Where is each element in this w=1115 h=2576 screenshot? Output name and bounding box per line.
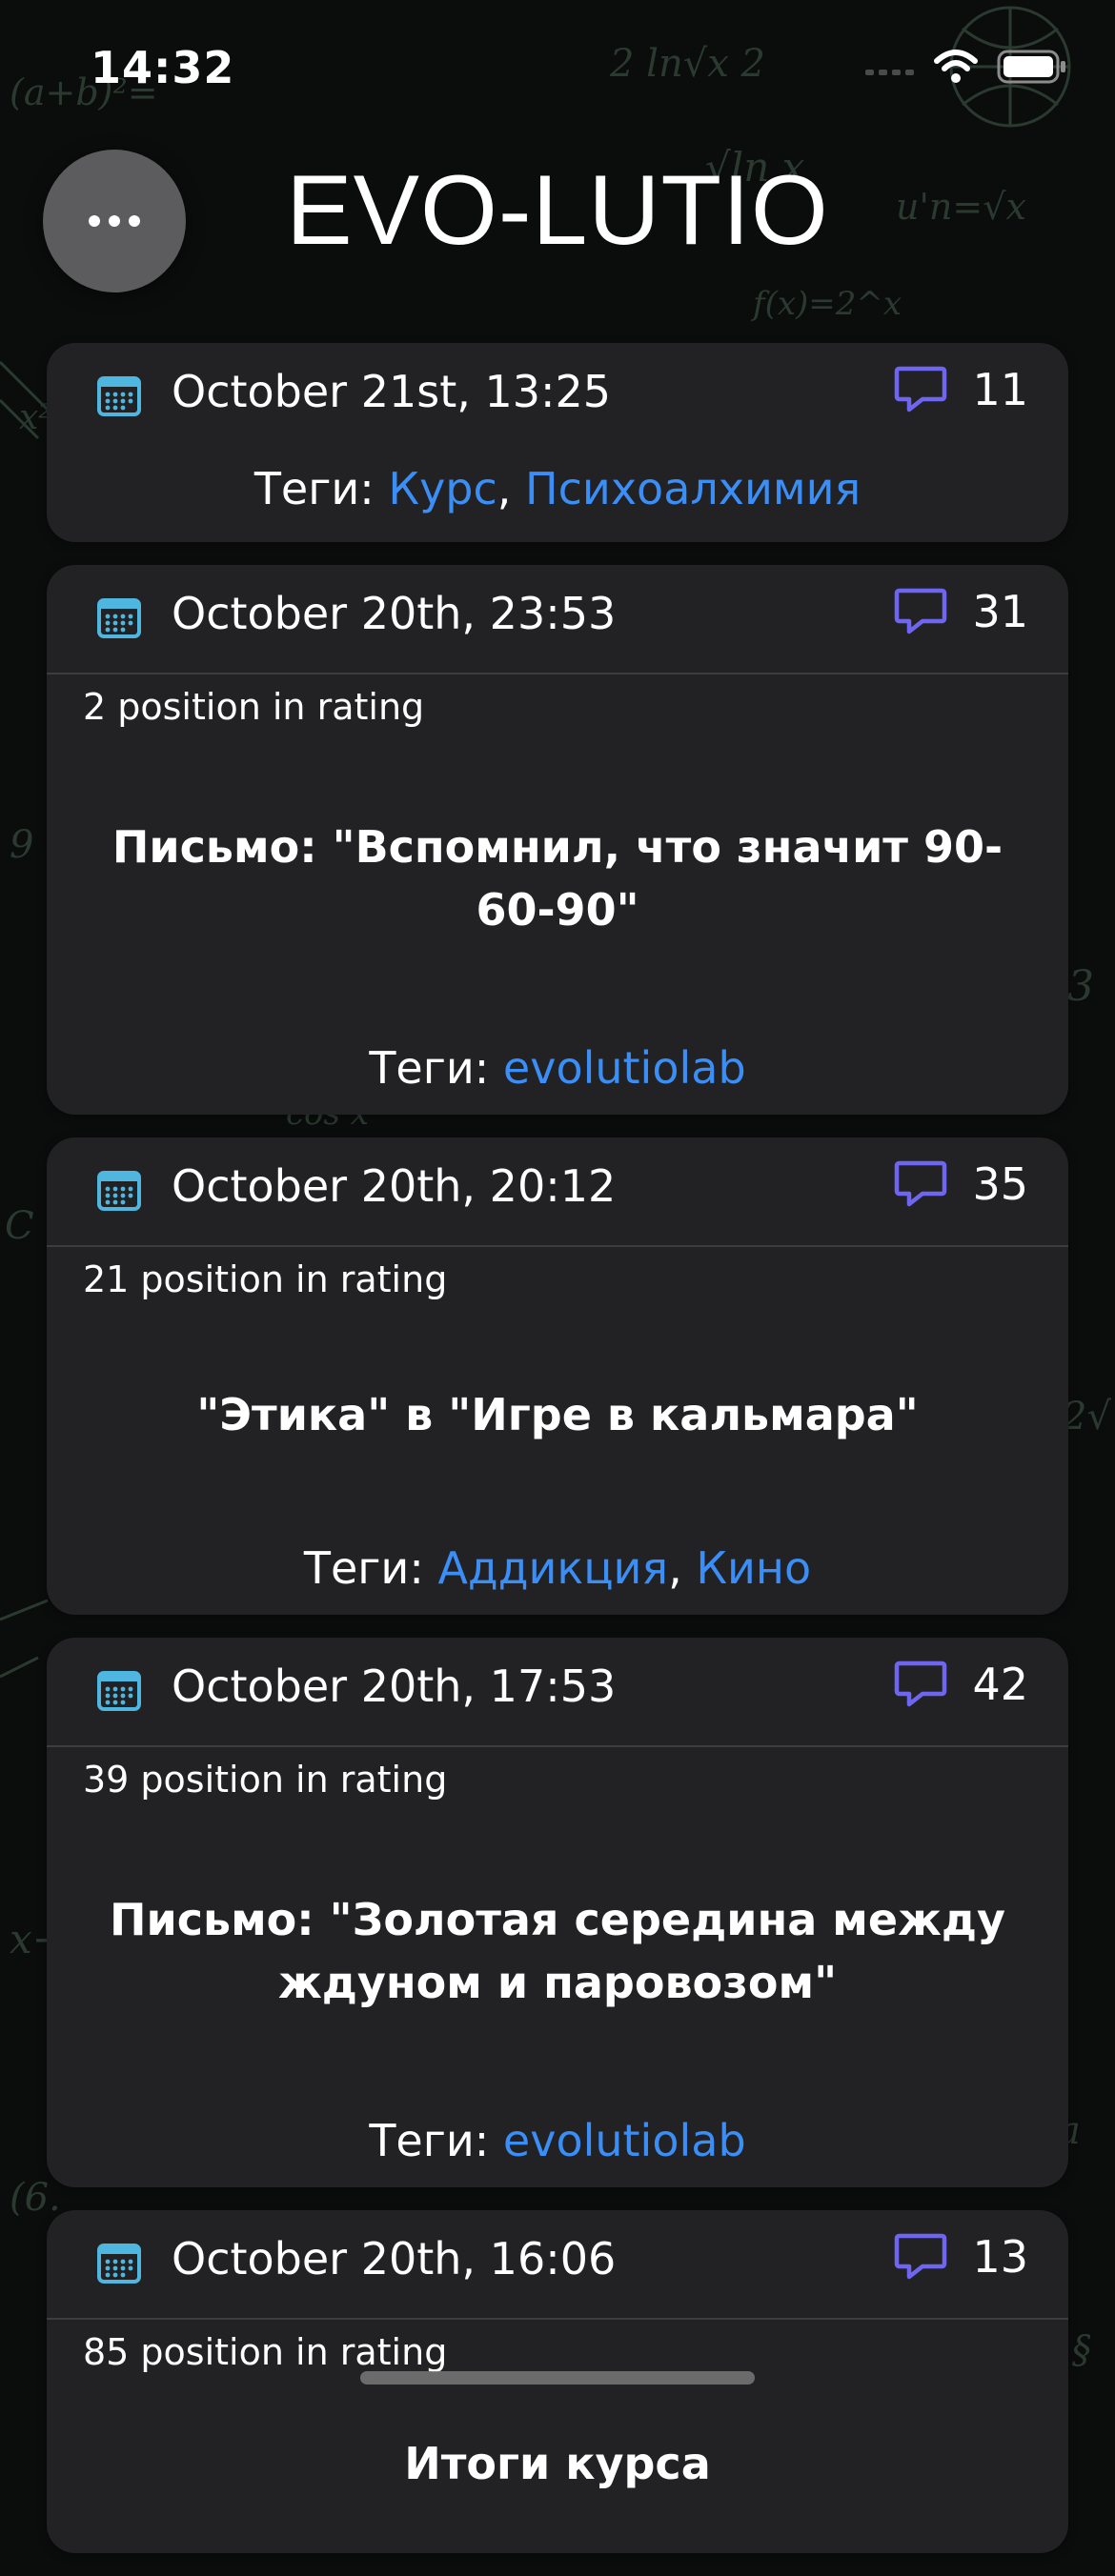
- post-title[interactable]: Письмо: "Вспомнил, что значит 90-60-90": [47, 735, 1068, 1021]
- tags-prefix: Теги:: [369, 1042, 503, 1094]
- tag-link[interactable]: evolutiolab: [503, 2115, 746, 2166]
- post-date: October 21st, 13:25: [172, 366, 612, 417]
- post-card[interactable]: October 21st, 13:25 11 Теги: Курс, Психо…: [47, 343, 1068, 542]
- comments-count-label: 31: [972, 586, 1028, 637]
- comments-count[interactable]: 35: [894, 1158, 1028, 1210]
- speech-bubble-icon: [895, 588, 947, 634]
- tag-link[interactable]: evolutiolab: [503, 1042, 746, 1094]
- tag-link[interactable]: Аддикция: [437, 1542, 668, 1594]
- tag-link[interactable]: Кино: [696, 1542, 811, 1594]
- svg-text:3: 3: [1067, 962, 1094, 1011]
- post-tags: Теги: Аддикция, Кино: [47, 1521, 1068, 1615]
- comments-count-label: 11: [972, 364, 1028, 415]
- post-date: October 20th, 23:53: [172, 588, 617, 639]
- cellular-signal-icon: [865, 70, 914, 75]
- calendar-icon: [97, 1171, 141, 1211]
- rating-position: 2 position in rating: [83, 686, 425, 728]
- calendar-icon: [97, 598, 141, 638]
- status-time: 14:32: [91, 42, 235, 93]
- svg-text:C: C: [5, 1204, 34, 1248]
- post-header: October 21st, 13:25 11: [47, 343, 1068, 451]
- comments-count-label: 35: [972, 1158, 1028, 1210]
- svg-text:f(x)=2^x: f(x)=2^x: [750, 285, 902, 323]
- speech-bubble-icon: [895, 366, 947, 413]
- tag-link[interactable]: Курс: [388, 463, 497, 514]
- post-date: October 20th, 17:53: [172, 1660, 617, 1712]
- speech-bubble-icon: [895, 1160, 947, 1207]
- post-tags: Теги: Курс, Психоалхимия: [47, 451, 1068, 542]
- tags-prefix: Теги:: [369, 2115, 503, 2166]
- tag-separator: ,: [497, 463, 526, 514]
- tag-link[interactable]: Психоалхимия: [525, 463, 861, 514]
- post-date: October 20th, 20:12: [172, 1160, 617, 1212]
- post-header: October 20th, 16:06 13: [47, 2210, 1068, 2320]
- comments-count[interactable]: 13: [894, 2231, 1028, 2283]
- svg-text:§: §: [1072, 2328, 1091, 2372]
- status-bar: 14:32: [0, 0, 1115, 143]
- post-tags: Теги: evolutiolab: [47, 1021, 1068, 1115]
- comments-count[interactable]: 31: [894, 586, 1028, 637]
- post-title[interactable]: "Этика" в "Игре в кальмара": [47, 1308, 1068, 1521]
- rating-position: 39 position in rating: [83, 1759, 448, 1801]
- comments-count[interactable]: 42: [894, 1659, 1028, 1710]
- post-header: October 20th, 20:12 35: [47, 1137, 1068, 1247]
- post-card[interactable]: October 20th, 17:53 42 39 position in ra…: [47, 1638, 1068, 2187]
- rating-position: 21 position in rating: [83, 1258, 448, 1300]
- comments-count-label: 42: [972, 1659, 1028, 1710]
- calendar-icon: [97, 1671, 141, 1711]
- status-icons: [865, 50, 1067, 84]
- post-feed: October 21st, 13:25 11 Теги: Курс, Психо…: [47, 343, 1068, 2576]
- wifi-icon: [934, 50, 978, 83]
- speech-bubble-icon: [895, 2233, 947, 2280]
- post-header: October 20th, 23:53 31: [47, 565, 1068, 674]
- tags-prefix: Теги:: [253, 463, 389, 514]
- comments-count[interactable]: 11: [894, 364, 1028, 415]
- home-indicator[interactable]: [360, 2371, 755, 2385]
- tag-separator: ,: [668, 1542, 697, 1594]
- app-title: EVO-LUTIO: [286, 155, 829, 266]
- battery-icon: [997, 50, 1065, 84]
- post-date: October 20th, 16:06: [172, 2233, 617, 2284]
- calendar-icon: [97, 2244, 141, 2284]
- post-card[interactable]: October 20th, 23:53 31 2 position in rat…: [47, 565, 1068, 1115]
- calendar-icon: [97, 376, 141, 416]
- comments-count-label: 13: [972, 2231, 1028, 2283]
- post-title[interactable]: Письмо: "Золотая середина между ждуном и…: [47, 1808, 1068, 2094]
- post-tags: Теги: evolutiolab: [47, 2094, 1068, 2187]
- speech-bubble-icon: [895, 1660, 947, 1707]
- post-header: October 20th, 17:53 42: [47, 1638, 1068, 1747]
- post-card[interactable]: October 20th, 20:12 35 21 position in ra…: [47, 1137, 1068, 1615]
- tags-prefix: Теги:: [303, 1542, 438, 1594]
- post-title[interactable]: Итоги курса: [47, 2381, 1068, 2495]
- svg-text:2√: 2√: [1062, 1395, 1111, 1439]
